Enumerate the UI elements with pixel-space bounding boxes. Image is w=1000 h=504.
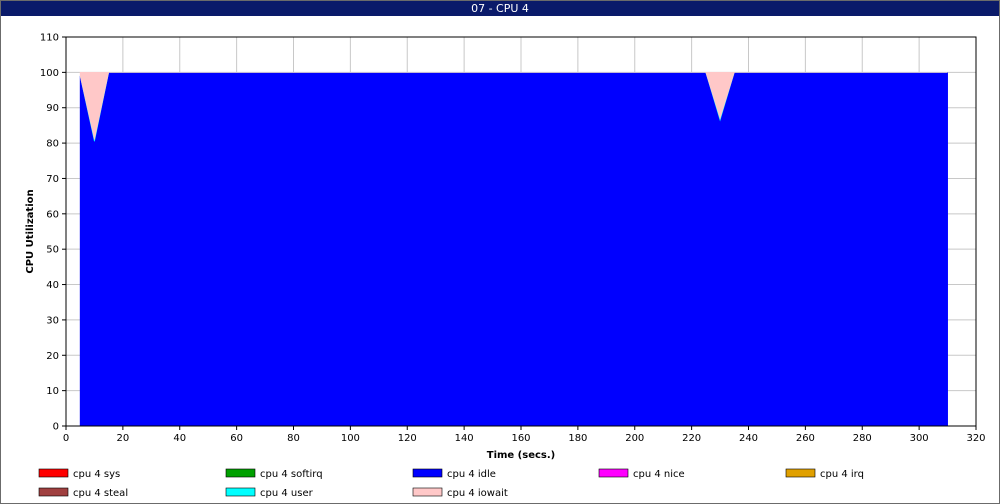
y-tick-label: 10 — [46, 386, 59, 397]
x-tick-label: 300 — [910, 433, 929, 444]
legend-swatch — [38, 468, 69, 478]
x-tick-label: 100 — [341, 433, 360, 444]
legend-label: cpu 4 sys — [73, 469, 120, 480]
legend-label: cpu 4 iowait — [447, 488, 508, 499]
x-tick-label: 0 — [63, 433, 69, 444]
series-area-2 — [79, 71, 948, 427]
x-tick-label: 20 — [117, 433, 130, 444]
window-title: 07 - CPU 4 — [1, 1, 999, 16]
x-tick-label: 140 — [455, 433, 474, 444]
x-axis-title: Time (secs.) — [487, 450, 556, 461]
legend-label: cpu 4 idle — [447, 469, 496, 480]
legend-label: cpu 4 nice — [633, 469, 685, 480]
x-tick-label: 60 — [230, 433, 243, 444]
x-tick-label: 180 — [568, 433, 587, 444]
legend-swatch — [598, 468, 629, 478]
y-tick-label: 70 — [46, 174, 59, 185]
y-tick-label: 20 — [46, 351, 59, 362]
legend-label: cpu 4 softirq — [260, 469, 323, 480]
legend-label: cpu 4 steal — [73, 488, 128, 499]
legend-swatch — [412, 487, 443, 497]
y-tick-label: 50 — [46, 245, 59, 256]
x-tick-label: 40 — [173, 433, 186, 444]
y-tick-label: 0 — [53, 422, 59, 433]
x-tick-label: 240 — [739, 433, 758, 444]
x-tick-label: 120 — [398, 433, 417, 444]
legend-label: cpu 4 user — [260, 488, 314, 499]
x-tick-label: 160 — [511, 433, 530, 444]
legend-swatch — [785, 468, 816, 478]
x-tick-label: 80 — [287, 433, 300, 444]
x-tick-label: 200 — [625, 433, 644, 444]
legend-swatch — [225, 487, 256, 497]
y-tick-label: 30 — [46, 315, 59, 326]
y-tick-label: 100 — [40, 68, 59, 79]
legend-swatch — [225, 468, 256, 478]
y-tick-label: 40 — [46, 280, 59, 291]
legend-swatch — [412, 468, 443, 478]
cpu-utilization-chart: 0 20 40 60 80 100 120 140 160 180 200 220 240 260 280 3… — [25, 33, 986, 500]
y-tick-label: 90 — [46, 103, 59, 114]
legend-swatch — [38, 487, 69, 497]
y-tick-label: 60 — [46, 209, 59, 220]
x-tick-label: 220 — [682, 433, 701, 444]
x-tick-label: 280 — [853, 433, 872, 444]
y-tick-label: 110 — [40, 33, 59, 44]
x-tick-label: 320 — [966, 433, 985, 444]
y-axis-title: CPU Utilization — [25, 189, 36, 273]
legend-label: cpu 4 irq — [820, 469, 864, 480]
chart-window: 07 - CPU 4 0 20 40 60 80 100 120 140 160 180 200 22… — [0, 0, 1000, 504]
y-tick-label: 80 — [46, 139, 59, 150]
x-tick-label: 260 — [796, 433, 815, 444]
